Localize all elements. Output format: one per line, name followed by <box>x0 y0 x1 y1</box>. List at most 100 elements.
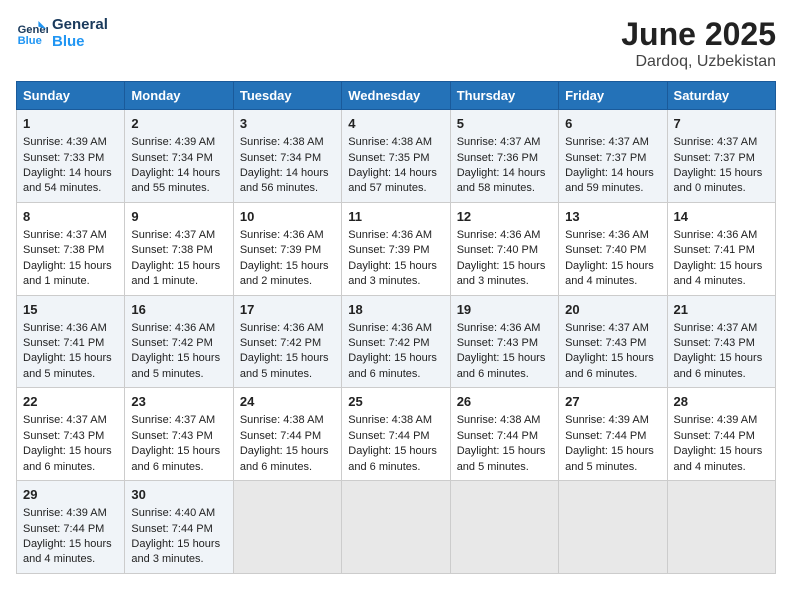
logo-line1: General <box>52 16 108 33</box>
calendar-cell: 21Sunrise: 4:37 AMSunset: 7:43 PMDayligh… <box>667 295 775 388</box>
day-info-line: Daylight: 14 hours <box>23 166 118 181</box>
day-info-line: Sunrise: 4:36 AM <box>565 228 660 243</box>
day-info-line: Daylight: 15 hours <box>674 351 769 366</box>
day-info-line: Sunrise: 4:38 AM <box>457 413 552 428</box>
day-info-line: and 55 minutes. <box>131 181 226 196</box>
day-info-line: and 6 minutes. <box>348 460 443 475</box>
day-info-line: Daylight: 15 hours <box>457 259 552 274</box>
day-number: 6 <box>565 115 660 133</box>
day-info-line: and 54 minutes. <box>23 181 118 196</box>
day-number: 11 <box>348 208 443 226</box>
day-number: 25 <box>348 393 443 411</box>
day-info-line: Daylight: 15 hours <box>23 537 118 552</box>
day-info-line: Daylight: 14 hours <box>348 166 443 181</box>
day-info-line: Daylight: 15 hours <box>457 351 552 366</box>
calendar-cell <box>667 481 775 574</box>
day-info-line: Sunrise: 4:37 AM <box>131 413 226 428</box>
calendar-cell: 18 Sunrise: 4:36 AMSunset: 7:42 PMDayligh… <box>342 295 450 388</box>
day-number: 21 <box>674 301 769 319</box>
day-number: 27 <box>565 393 660 411</box>
day-info-line: Sunrise: 4:37 AM <box>23 413 118 428</box>
day-number: 3 <box>240 115 335 133</box>
day-info-line: Sunset: 7:39 PM <box>348 243 443 258</box>
day-info-line: Sunset: 7:40 PM <box>565 243 660 258</box>
day-number: 16 <box>131 301 226 319</box>
calendar-cell: 12Sunrise: 4:36 AMSunset: 7:40 PMDayligh… <box>450 202 558 295</box>
day-info-line: Sunrise: 4:38 AM <box>240 413 335 428</box>
calendar-subtitle: Dardoq, Uzbekistan <box>621 53 776 71</box>
day-info-line: Sunset: 7:44 PM <box>565 429 660 444</box>
day-info-line: Daylight: 14 hours <box>565 166 660 181</box>
day-info-line: Daylight: 14 hours <box>240 166 335 181</box>
day-number: 8 <box>23 208 118 226</box>
day-info-line: and 59 minutes. <box>565 181 660 196</box>
day-info-line: Sunrise: 4:38 AM <box>240 135 335 150</box>
logo: General Blue General Blue <box>16 16 108 50</box>
calendar-cell: 13Sunrise: 4:36 AMSunset: 7:40 PMDayligh… <box>559 202 667 295</box>
calendar-week-row: 22Sunrise: 4:37 AMSunset: 7:43 PMDayligh… <box>17 388 776 481</box>
day-info-line: Daylight: 15 hours <box>348 259 443 274</box>
day-info-line: Daylight: 14 hours <box>457 166 552 181</box>
day-info-line: and 4 minutes. <box>674 460 769 475</box>
day-info-line: and 1 minute. <box>131 274 226 289</box>
calendar-title: June 2025 <box>621 16 776 53</box>
day-info-line: Daylight: 15 hours <box>565 444 660 459</box>
day-info-line: Daylight: 15 hours <box>131 351 226 366</box>
day-info-line: and 6 minutes. <box>674 367 769 382</box>
day-info-line: Daylight: 15 hours <box>457 444 552 459</box>
day-header: Thursday <box>450 82 558 110</box>
day-info-line: Sunset: 7:37 PM <box>565 151 660 166</box>
day-info-line: Sunrise: 4:39 AM <box>23 506 118 521</box>
calendar-week-row: 1Sunrise: 4:39 AMSunset: 7:33 PMDaylight… <box>17 110 776 203</box>
day-info-line: Sunrise: 4:36 AM <box>457 321 552 336</box>
day-info-line: and 6 minutes. <box>131 460 226 475</box>
calendar-cell: 11Sunrise: 4:36 AMSunset: 7:39 PMDayligh… <box>342 202 450 295</box>
day-number: 5 <box>457 115 552 133</box>
day-info-line: and 0 minutes. <box>674 181 769 196</box>
day-info-line: and 56 minutes. <box>240 181 335 196</box>
day-info-line: Sunset: 7:37 PM <box>674 151 769 166</box>
calendar-cell: 16Sunrise: 4:36 AMSunset: 7:42 PMDayligh… <box>125 295 233 388</box>
calendar-cell <box>450 481 558 574</box>
day-info-line: Sunset: 7:44 PM <box>23 522 118 537</box>
day-info-line: Sunrise: 4:36 AM <box>240 228 335 243</box>
day-info-line: and 1 minute. <box>23 274 118 289</box>
calendar-cell: 14Sunrise: 4:36 AMSunset: 7:41 PMDayligh… <box>667 202 775 295</box>
svg-text:Blue: Blue <box>18 35 42 47</box>
calendar-cell: 1Sunrise: 4:39 AMSunset: 7:33 PMDaylight… <box>17 110 125 203</box>
day-info-line: Sunrise: 4:37 AM <box>674 135 769 150</box>
day-info-line: and 4 minutes. <box>565 274 660 289</box>
day-info-line: Daylight: 15 hours <box>131 537 226 552</box>
day-number: 18 <box>348 301 443 319</box>
title-block: June 2025 Dardoq, Uzbekistan <box>621 16 776 71</box>
day-info-line: Sunrise: 4:36 AM <box>348 321 443 336</box>
header: General Blue General Blue June 2025 Dard… <box>16 16 776 71</box>
day-info-line: Sunrise: 4:39 AM <box>674 413 769 428</box>
day-number: 24 <box>240 393 335 411</box>
day-info-line: and 3 minutes. <box>131 552 226 567</box>
calendar-cell <box>342 481 450 574</box>
day-info-line: Sunset: 7:42 PM <box>348 336 443 351</box>
day-info-line: and 5 minutes. <box>565 460 660 475</box>
day-info-line: Daylight: 15 hours <box>23 444 118 459</box>
day-header: Monday <box>125 82 233 110</box>
day-info-line: Daylight: 15 hours <box>131 259 226 274</box>
calendar-table: SundayMondayTuesdayWednesdayThursdayFrid… <box>16 81 776 574</box>
day-info-line: Sunset: 7:41 PM <box>23 336 118 351</box>
day-info-line: and 58 minutes. <box>457 181 552 196</box>
calendar-cell: 17Sunrise: 4:36 AMSunset: 7:42 PMDayligh… <box>233 295 341 388</box>
day-number: 15 <box>23 301 118 319</box>
day-info-line: and 5 minutes. <box>23 367 118 382</box>
day-info-line: Sunrise: 4:39 AM <box>131 135 226 150</box>
day-number: 2 <box>131 115 226 133</box>
calendar-cell: 10Sunrise: 4:36 AMSunset: 7:39 PMDayligh… <box>233 202 341 295</box>
day-number: 19 <box>457 301 552 319</box>
day-info-line: Sunrise: 4:37 AM <box>674 321 769 336</box>
day-info-line: and 57 minutes. <box>348 181 443 196</box>
day-info-line: and 3 minutes. <box>348 274 443 289</box>
day-info-line: Sunset: 7:35 PM <box>348 151 443 166</box>
day-info-line: and 6 minutes. <box>565 367 660 382</box>
svg-text:General: General <box>18 24 48 36</box>
calendar-cell: 27Sunrise: 4:39 AMSunset: 7:44 PMDayligh… <box>559 388 667 481</box>
day-info-line: Daylight: 15 hours <box>348 351 443 366</box>
